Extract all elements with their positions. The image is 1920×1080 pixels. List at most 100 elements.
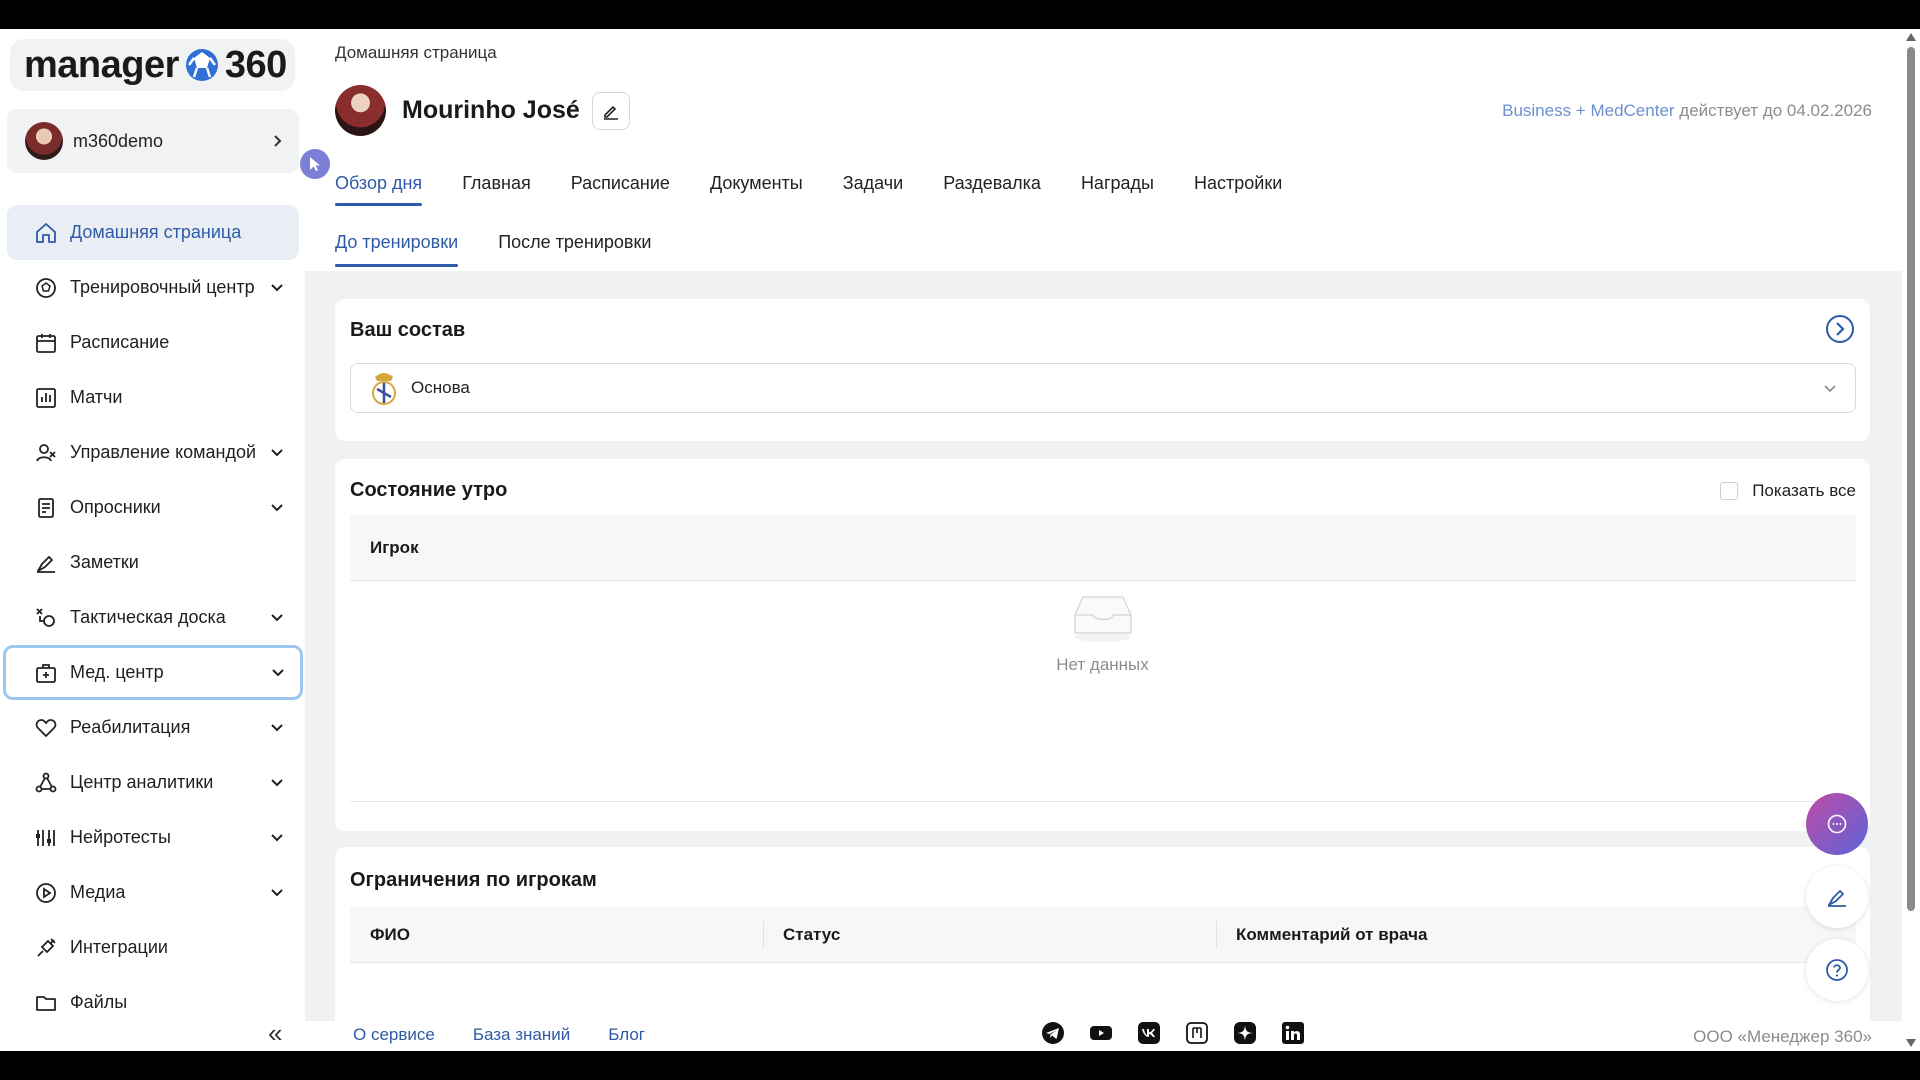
tab-awards[interactable]: Награды (1081, 173, 1154, 206)
tab-documents[interactable]: Документы (710, 173, 803, 206)
linkedin-icon[interactable] (1281, 1021, 1305, 1045)
page-title: Mourinho José (402, 96, 580, 124)
home-icon (36, 222, 56, 243)
tab-main[interactable]: Главная (462, 173, 531, 206)
dzen-icon[interactable] (1233, 1021, 1257, 1045)
squad-select[interactable]: Основа (350, 363, 1856, 413)
empty-state: Нет данных (335, 589, 1870, 675)
license-plan[interactable]: Business + MedCenter (1502, 101, 1674, 120)
column-separator (1216, 921, 1217, 949)
vertical-scrollbar[interactable] (1902, 29, 1920, 1051)
show-all-checkbox[interactable]: Показать все (1720, 481, 1856, 501)
morning-state-card: Состояние утро Показать все Игрок Нет да… (335, 459, 1870, 831)
sub-tabs: До тренировки После тренировки (335, 232, 691, 267)
telegram-icon[interactable] (1041, 1021, 1065, 1045)
restrictions-table-header: ФИО Статус Комментарий от врача (350, 907, 1856, 963)
chevron-down-icon (272, 668, 284, 676)
logo-text: manager (24, 43, 179, 86)
tab-settings[interactable]: Настройки (1194, 173, 1282, 206)
medkit-icon (36, 663, 56, 683)
sidebar-item-team-management[interactable]: Управление командой (7, 425, 299, 480)
help-icon (1826, 959, 1848, 981)
column-separator (763, 921, 764, 949)
profile-header: Mourinho José (335, 85, 630, 136)
user-card[interactable]: m360demo (7, 109, 299, 173)
sidebar-item-label: Заметки (70, 552, 139, 572)
content-area: Ваш состав Основа Состояние утро Показат… (305, 271, 1902, 1021)
sidebar-item-label: Управление командой (70, 442, 257, 462)
sidebar-item-matches[interactable]: Матчи (7, 370, 299, 425)
chevron-down-icon (1824, 385, 1836, 393)
tab-tasks[interactable]: Задачи (843, 173, 903, 206)
sidebar-item-med-center[interactable]: Мед. центр (3, 645, 303, 700)
tab-locker-room[interactable]: Раздевалка (943, 173, 1041, 206)
sidebar-item-integrations[interactable]: Интеграции (7, 920, 299, 975)
sidebar-item-notes[interactable]: Заметки (7, 535, 299, 590)
copyright: ООО «Менеджер 360» (1693, 1027, 1872, 1046)
sidebar-item-surveys[interactable]: Опросники (7, 480, 299, 535)
chevron-down-icon (271, 503, 283, 511)
squad-title: Ваш состав (350, 319, 466, 341)
empty-text: Нет данных (1056, 655, 1149, 674)
logo-number: 360 (224, 43, 287, 86)
sidebar-item-neurotests[interactable]: Нейротесты (7, 810, 299, 865)
sidebar-item-tactics-board[interactable]: Тактическая доска (7, 590, 299, 645)
morning-table-header: Игрок (350, 515, 1856, 581)
chat-icon (1827, 814, 1847, 834)
folder-icon (36, 995, 56, 1011)
sidebar-item-training-center[interactable]: Тренировочный центр (7, 260, 299, 315)
divider (350, 801, 1856, 802)
arrow-right-circle-icon[interactable] (1824, 313, 1856, 345)
footer-link-about[interactable]: О сервисе (353, 1025, 435, 1045)
tab-after-training[interactable]: После тренировки (498, 232, 651, 267)
yandex-zen-icon[interactable] (1185, 1021, 1209, 1045)
help-button[interactable] (1806, 939, 1868, 1001)
vk-icon[interactable] (1137, 1021, 1161, 1045)
chat-button[interactable] (1806, 793, 1868, 855)
club-crest-icon (372, 373, 396, 405)
youtube-icon[interactable] (1089, 1021, 1113, 1045)
sidebar-item-label: Центр аналитики (70, 772, 214, 792)
sidebar-item-files[interactable]: Файлы (7, 975, 299, 1030)
sidebar-item-label: Тактическая доска (70, 607, 226, 627)
sidebar-item-label: Опросники (70, 497, 161, 517)
tab-schedule[interactable]: Расписание (571, 173, 670, 206)
pen-icon (1828, 890, 1846, 907)
edit-icon (603, 105, 618, 120)
main-tabs: Обзор дня Главная Расписание Документы З… (335, 173, 1322, 206)
breadcrumb[interactable]: Домашняя страница (335, 43, 497, 63)
scroll-down-arrow-icon[interactable] (1906, 1039, 1916, 1047)
sidebar-item-schedule[interactable]: Расписание (7, 315, 299, 370)
social-links (1041, 1021, 1329, 1045)
sidebar-item-home[interactable]: Домашняя страница (7, 205, 299, 260)
logo[interactable]: manager 360 (10, 39, 295, 91)
footer-links: О сервисе База знаний Блог (353, 1025, 683, 1045)
sidebar-item-rehabilitation[interactable]: Реабилитация (7, 700, 299, 755)
restrictions-card: Ограничения по игрокам ФИО Статус Коммен… (335, 847, 1870, 1021)
team-icon (36, 443, 56, 461)
sidebar-item-analytics[interactable]: Центр аналитики (7, 755, 299, 810)
edit-profile-button[interactable] (591, 91, 630, 130)
chevron-right-icon (274, 135, 282, 147)
avatar (335, 85, 386, 136)
scroll-up-arrow-icon[interactable] (1906, 33, 1916, 41)
footer-link-blog[interactable]: Блог (608, 1025, 645, 1045)
play-icon (36, 882, 56, 903)
sidebar: manager 360 m360demo Домашняя страница Т… (0, 29, 305, 1051)
sidebar-item-media[interactable]: Медиа (7, 865, 299, 920)
collapse-sidebar-button[interactable]: « (268, 1018, 282, 1049)
footer-link-knowledge-base[interactable]: База знаний (473, 1025, 570, 1045)
tab-day-overview[interactable]: Обзор дня (335, 173, 423, 206)
scrollbar-thumb[interactable] (1907, 47, 1915, 911)
sidebar-item-label: Файлы (70, 992, 128, 1012)
ball-icon (36, 277, 56, 298)
tab-before-training[interactable]: До тренировки (335, 232, 459, 267)
sidebar-item-label: Расписание (70, 332, 170, 352)
checkbox[interactable] (1720, 482, 1739, 500)
mouse-cursor-icon (300, 149, 330, 179)
analytics-icon (35, 772, 57, 792)
chevron-down-icon (271, 778, 283, 786)
sidebar-item-label: Матчи (70, 387, 123, 407)
soccer-ball-logo-icon (185, 48, 219, 82)
notes-fab-button[interactable] (1806, 866, 1868, 928)
